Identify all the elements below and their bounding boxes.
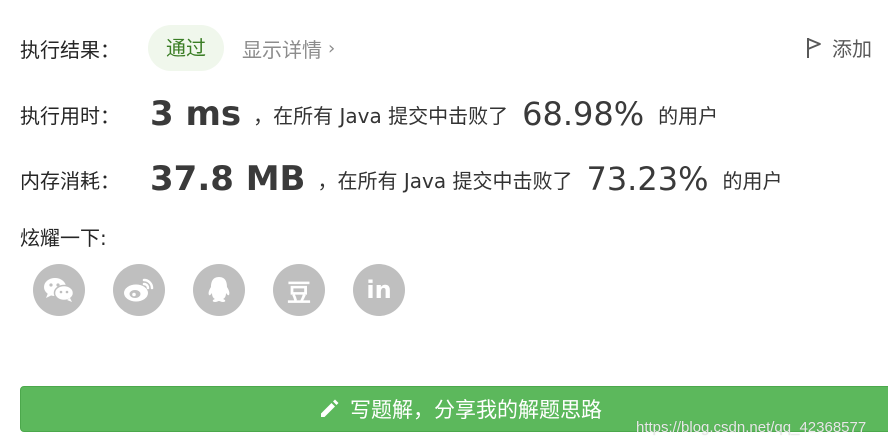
runtime-row: 执行用时： 3 ms ，在所有 Java 提交中击败了 68.98% 的用户 <box>20 94 718 134</box>
share-icons: 豆 in <box>33 264 433 316</box>
show-details-label: 显示详情 <box>242 37 322 62</box>
runtime-label: 执行用时： <box>20 103 120 128</box>
show-details-link[interactable]: 显示详情 › <box>242 34 335 63</box>
chevron-right-icon: › <box>328 37 336 59</box>
share-label: 炫耀一下: <box>20 226 107 250</box>
share-row: 炫耀一下: <box>20 222 107 251</box>
memory-value: 37.8 MB <box>150 159 306 199</box>
write-solution-label: 写题解，分享我的解题思路 <box>350 398 602 422</box>
watermark: https://blog.csdn.net/qq_42368577 <box>636 419 867 436</box>
linkedin-icon[interactable]: in <box>353 264 405 316</box>
memory-row: 内存消耗： 37.8 MB ，在所有 Java 提交中击败了 73.23% 的用… <box>20 159 782 199</box>
add-note-label: 添加 <box>832 37 872 61</box>
runtime-value: 3 ms <box>150 94 242 134</box>
add-note-button[interactable]: 添加 <box>806 33 872 62</box>
weibo-icon[interactable] <box>113 264 165 316</box>
memory-suffix: 的用户 <box>722 168 783 193</box>
runtime-suffix: 的用户 <box>658 103 719 128</box>
pencil-icon <box>321 399 339 417</box>
status-badge: 通过 <box>148 25 224 71</box>
douban-icon[interactable]: 豆 <box>273 264 325 316</box>
wechat-icon[interactable] <box>33 264 85 316</box>
douban-glyph: 豆 <box>287 278 311 307</box>
memory-middle-text: ，在所有 Java 提交中击败了 <box>317 168 573 193</box>
memory-label: 内存消耗： <box>20 168 120 193</box>
memory-percent: 73.23% <box>586 160 709 198</box>
linkedin-glyph: in <box>366 276 392 304</box>
qq-icon[interactable] <box>193 264 245 316</box>
runtime-middle-text: ，在所有 Java 提交中击败了 <box>253 103 509 128</box>
result-label: 执行结果： <box>20 37 120 62</box>
result-row: 执行结果： 通过 显示详情 › <box>20 25 335 71</box>
runtime-percent: 68.98% <box>522 95 645 133</box>
flag-icon <box>807 37 821 58</box>
